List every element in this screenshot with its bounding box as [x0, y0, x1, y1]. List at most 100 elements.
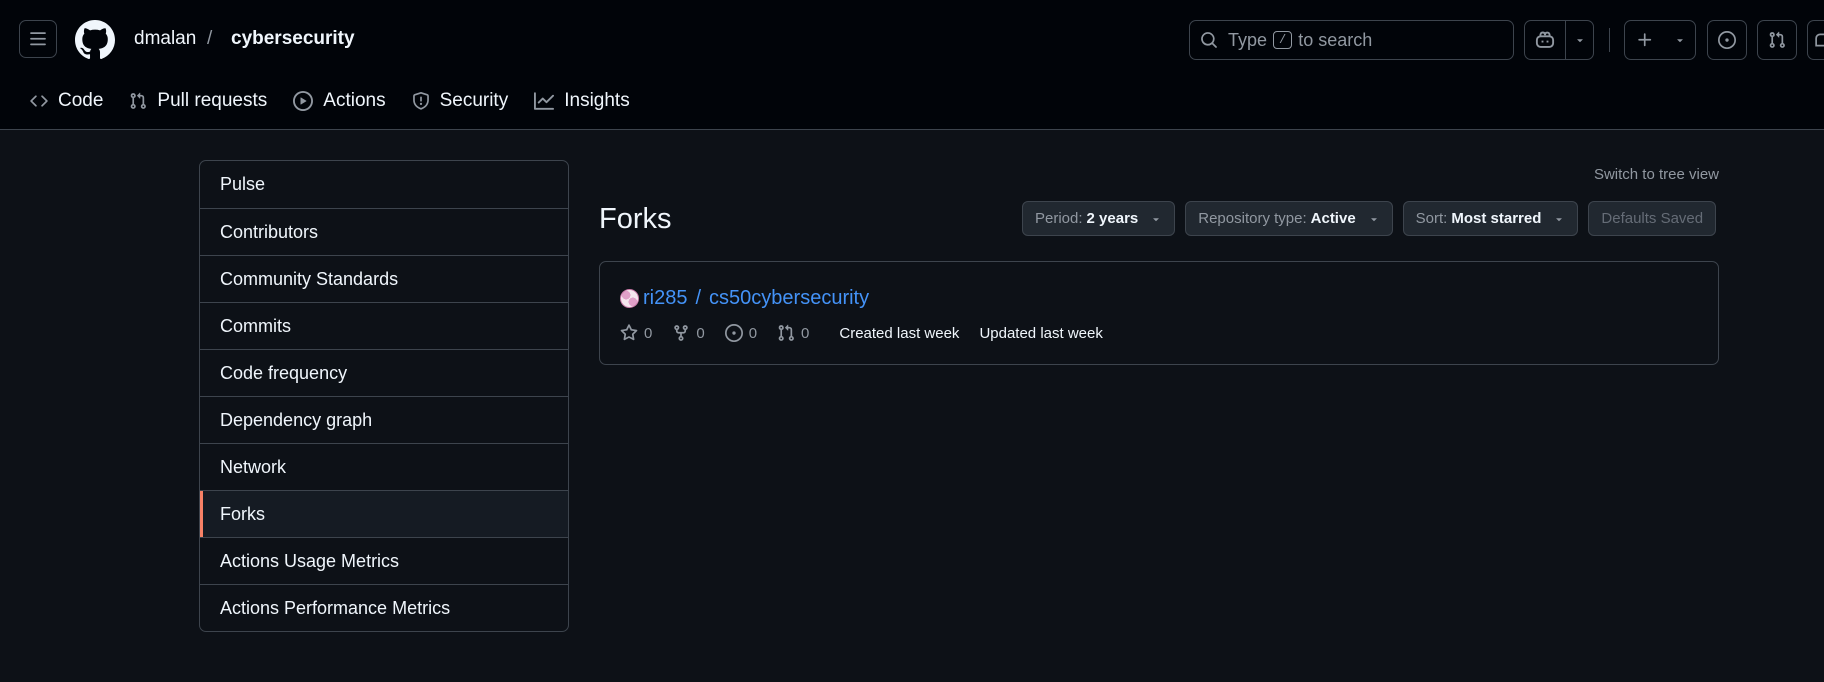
fork-updated-text: Updated last week: [979, 324, 1103, 342]
github-logo-icon[interactable]: [75, 20, 115, 60]
sidebar-item-actions-performance-metrics[interactable]: Actions Performance Metrics: [200, 584, 568, 631]
period-filter-label: Period:: [1035, 210, 1083, 227]
repository-type-filter-value: Active: [1310, 210, 1356, 227]
fork-issues-count: 0: [748, 324, 758, 342]
create-dropdown-caret[interactable]: [1665, 21, 1695, 59]
git-pull-request-icon: [131, 92, 147, 109]
switch-to-tree-view-link[interactable]: Switch to tree view: [1594, 166, 1719, 183]
tab-actions-label: Actions: [323, 90, 386, 111]
sidebar-item-label: Forks: [220, 503, 265, 524]
triangle-down-icon: [1153, 217, 1159, 221]
fork-separator: /: [695, 287, 702, 309]
menu-button[interactable]: [19, 20, 57, 58]
fork-pulls-count: 0: [801, 324, 810, 342]
fork-forks-count: 0: [696, 324, 705, 342]
sort-filter-value: Most starred: [1451, 210, 1542, 227]
fork-pulls[interactable]: 0: [777, 324, 809, 342]
breadcrumb-owner[interactable]: dmalan: [134, 28, 196, 50]
fork-stars[interactable]: 0: [620, 324, 652, 342]
fork-title: ri285 / cs50cybersecurity: [620, 287, 869, 310]
fork-owner-link[interactable]: ri285: [643, 287, 687, 310]
tab-pull-requests-label: Pull requests: [157, 90, 268, 111]
app-header: dmalan / cybersecurity Type / to search: [0, 0, 1824, 130]
sidebar-item-label: Community Standards: [220, 268, 399, 289]
tab-insights-label: Insights: [564, 90, 630, 111]
fork-repo-link[interactable]: cs50cybersecurity: [709, 287, 869, 310]
issues-button[interactable]: [1707, 20, 1747, 60]
breadcrumb-repo[interactable]: cybersecurity: [231, 28, 355, 50]
copilot-button-group: [1524, 20, 1594, 60]
play-icon: [293, 91, 314, 111]
copilot-icon: [1535, 31, 1555, 48]
fork-issues[interactable]: 0: [724, 324, 758, 342]
defaults-saved-label: Defaults Saved: [1601, 210, 1704, 227]
graph-icon: [534, 92, 555, 110]
insights-sidebar: Pulse Contributors Community Standards C…: [199, 160, 569, 632]
hamburger-icon: [30, 32, 46, 46]
pull-requests-button[interactable]: [1757, 20, 1797, 60]
sidebar-item-forks[interactable]: Forks: [200, 490, 568, 537]
sidebar-item-label: Code frequency: [220, 362, 348, 383]
tab-pull-requests[interactable]: Pull requests: [117, 84, 279, 118]
triangle-down-icon: [1556, 217, 1563, 221]
sidebar-item-label: Dependency graph: [220, 409, 373, 430]
sidebar-item-label: Contributors: [220, 221, 319, 242]
search-icon: [1201, 32, 1217, 48]
sidebar-item-label: Actions Usage Metrics: [220, 550, 400, 571]
sidebar-item-label: Commits: [220, 315, 291, 336]
tab-security[interactable]: Security: [400, 84, 521, 118]
sidebar-item-commits[interactable]: Commits: [200, 302, 568, 349]
sort-filter-label: Sort:: [1415, 210, 1448, 227]
tab-code-label: Code: [58, 90, 104, 111]
sidebar-item-network[interactable]: Network: [200, 443, 568, 490]
fork-filters: Period: 2 years Repository type: Active …: [1022, 201, 1717, 236]
code-icon: [30, 95, 48, 107]
tab-security-label: Security: [439, 90, 509, 111]
fork-stars-count: 0: [644, 324, 653, 342]
search-input[interactable]: Type / to search: [1189, 20, 1514, 60]
fork-meta: 0 0 0 0 Created last week Updated last w…: [620, 324, 1123, 342]
page-title: Forks: [599, 203, 672, 235]
sidebar-item-label: Actions Performance Metrics: [220, 597, 451, 618]
repo-forked-icon: [674, 325, 689, 341]
sort-filter-button[interactable]: Sort: Most starred: [1402, 201, 1579, 236]
sidebar-item-pulse[interactable]: Pulse: [200, 161, 568, 208]
period-filter-value: 2 years: [1086, 210, 1139, 227]
tab-actions[interactable]: Actions: [281, 84, 397, 118]
plus-icon: [1638, 33, 1652, 47]
defaults-saved-button: Defaults Saved: [1588, 201, 1717, 236]
triangle-down-icon: [1677, 39, 1683, 43]
avatar[interactable]: [620, 289, 639, 308]
sidebar-item-actions-usage-metrics[interactable]: Actions Usage Metrics: [200, 537, 568, 584]
search-prefix: Type: [1228, 29, 1268, 50]
sidebar-item-code-frequency[interactable]: Code frequency: [200, 349, 568, 396]
period-filter-button[interactable]: Period: 2 years: [1022, 201, 1176, 236]
tab-insights[interactable]: Insights: [522, 84, 641, 118]
shield-icon: [412, 92, 429, 110]
sidebar-item-dependency-graph[interactable]: Dependency graph: [200, 396, 568, 443]
issue-opened-icon: [724, 324, 743, 342]
git-pull-request-icon: [1769, 31, 1785, 48]
sidebar-item-community-standards[interactable]: Community Standards: [200, 255, 568, 302]
inbox-icon: [1815, 33, 1824, 47]
breadcrumb-separator: /: [207, 28, 213, 49]
fork-list-item: ri285 / cs50cybersecurity 0 0 0 0 Create…: [599, 261, 1719, 365]
search-suffix: to search: [1298, 29, 1373, 50]
repository-type-filter-button[interactable]: Repository type: Active: [1185, 201, 1393, 236]
tab-code[interactable]: Code: [18, 84, 115, 118]
fork-created-text: Created last week: [839, 324, 960, 342]
sidebar-item-label: Network: [220, 456, 287, 477]
copilot-button[interactable]: [1525, 21, 1565, 59]
plus-button[interactable]: [1625, 21, 1665, 59]
triangle-down-icon: [1576, 39, 1583, 43]
git-pull-request-icon: [778, 324, 794, 341]
repo-nav: Code Pull requests Actions Security Insi…: [18, 84, 644, 118]
copilot-dropdown-button[interactable]: [1565, 21, 1593, 59]
sidebar-item-contributors[interactable]: Contributors: [200, 208, 568, 255]
triangle-down-icon: [1370, 217, 1377, 221]
fork-forks[interactable]: 0: [672, 324, 705, 342]
star-icon: [620, 324, 638, 341]
inbox-button[interactable]: [1807, 20, 1824, 60]
repository-type-filter-label: Repository type:: [1198, 210, 1307, 227]
create-new-button[interactable]: [1624, 20, 1696, 60]
